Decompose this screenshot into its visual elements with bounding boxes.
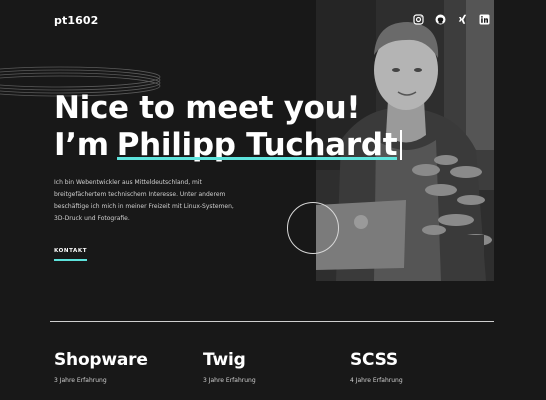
- headline-prefix: I’m: [54, 127, 109, 163]
- headline-line-2: I’m Philipp Tuchardt: [54, 127, 403, 164]
- skill-item: SCSS 4 Jahre Erfahrung: [350, 350, 403, 384]
- skill-item: Shopware 3 Jahre Erfahrung: [54, 350, 148, 384]
- github-icon[interactable]: [434, 13, 447, 26]
- cursor-circle: [287, 202, 339, 254]
- skill-subtitle: 4 Jahre Erfahrung: [350, 377, 403, 384]
- skill-title: Twig: [203, 350, 246, 370]
- typing-caret: [400, 130, 403, 160]
- name-underline: [116, 157, 398, 160]
- hero-headline: Nice to meet you! I’m Philipp Tuchardt: [54, 90, 403, 164]
- hero-bio: Ich bin Webentwickler aus Mitteldeutschl…: [54, 179, 234, 222]
- skill-title: Shopware: [54, 350, 148, 370]
- skill-title: SCSS: [350, 350, 398, 370]
- social-links: [412, 13, 491, 26]
- skill-subtitle: 3 Jahre Erfahrung: [203, 377, 256, 384]
- section-divider: [50, 321, 494, 322]
- instagram-icon[interactable]: [412, 13, 425, 26]
- contact-link[interactable]: KONTAKT: [54, 248, 88, 261]
- portfolio-page: pt1602 Nice to meet you! I’m Philipp Tuc…: [0, 0, 546, 400]
- linkedin-icon[interactable]: [478, 13, 491, 26]
- skill-subtitle: 3 Jahre Erfahrung: [54, 377, 107, 384]
- skill-item: Twig 3 Jahre Erfahrung: [203, 350, 256, 384]
- headline-line-1: Nice to meet you!: [54, 90, 361, 126]
- headline-name-wrap: Philipp Tuchardt: [116, 127, 398, 164]
- xing-icon[interactable]: [456, 13, 469, 26]
- site-logo[interactable]: pt1602: [54, 14, 98, 27]
